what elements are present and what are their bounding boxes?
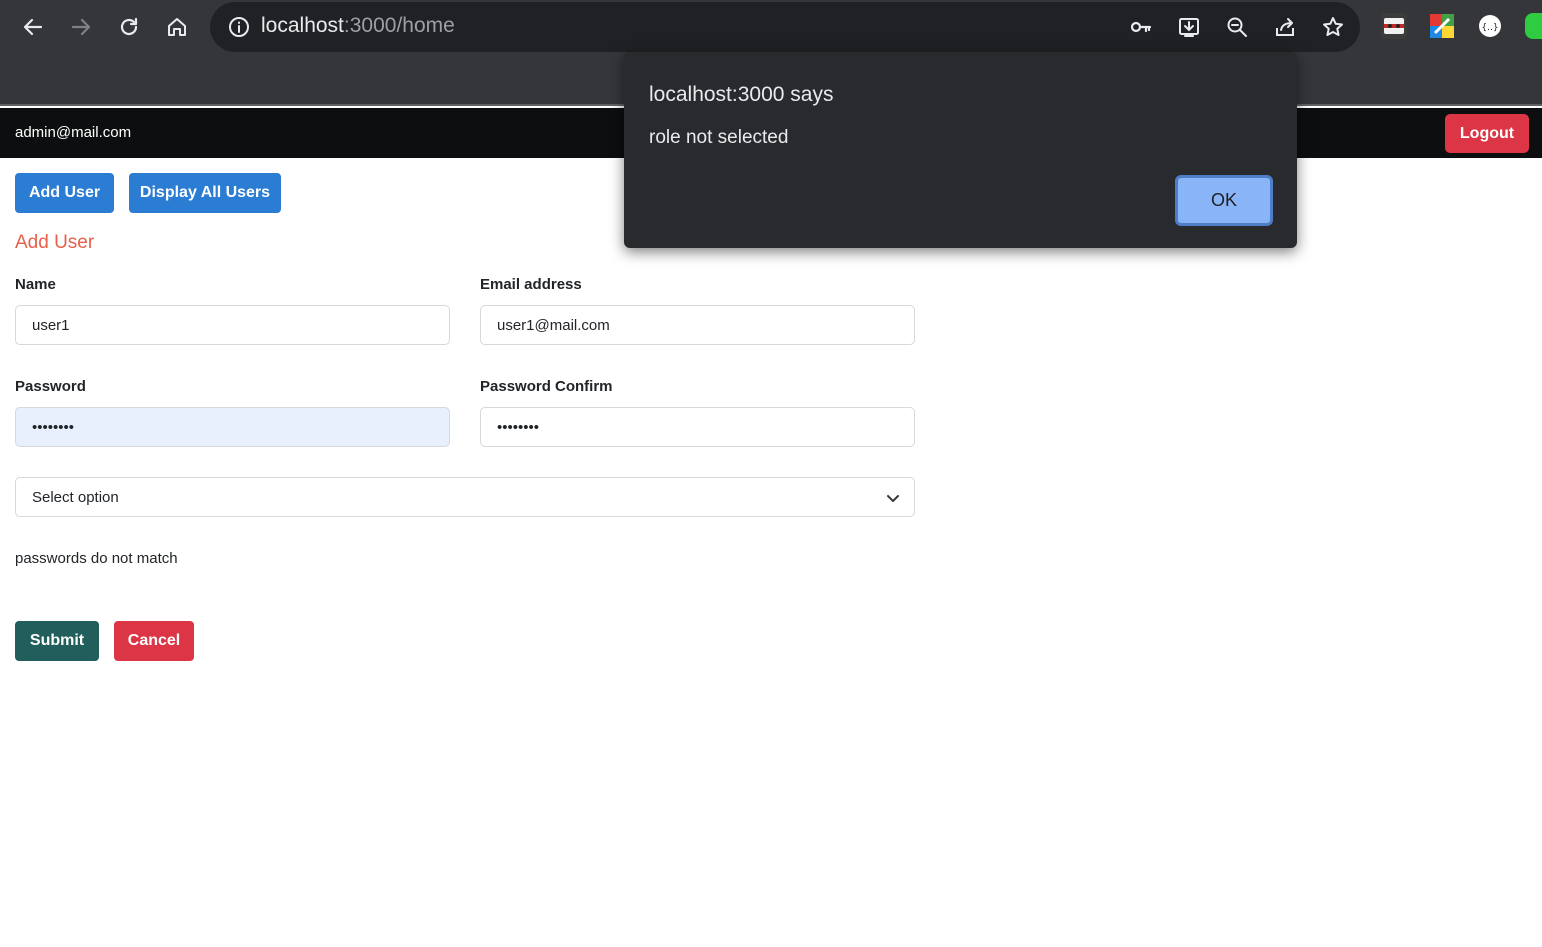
- info-icon[interactable]: [227, 15, 251, 39]
- forward-icon[interactable]: [65, 11, 97, 43]
- ok-button[interactable]: OK: [1175, 175, 1273, 226]
- key-icon[interactable]: [1128, 14, 1154, 40]
- form-title: Add User: [15, 232, 95, 253]
- browser-toolbar: localhost:3000/home {..}: [0, 0, 1542, 54]
- chevron-down-icon: [887, 495, 899, 502]
- user-email: admin@mail.com: [15, 124, 132, 141]
- error-message: passwords do not match: [15, 550, 178, 567]
- password-input[interactable]: ••••••••: [15, 407, 450, 447]
- password-label: Password: [15, 378, 86, 395]
- email-label: Email address: [480, 276, 582, 293]
- role-select-value: Select option: [32, 488, 119, 506]
- name-input[interactable]: user1: [15, 305, 450, 345]
- email-input[interactable]: user1@mail.com: [480, 305, 915, 345]
- password-confirm-label: Password Confirm: [480, 378, 613, 395]
- cancel-button[interactable]: Cancel: [114, 621, 194, 661]
- extension-green-icon[interactable]: [1525, 13, 1542, 39]
- back-icon[interactable]: [17, 11, 49, 43]
- submit-button[interactable]: Submit: [15, 621, 99, 661]
- extension-json-icon[interactable]: {..}: [1477, 13, 1503, 39]
- reload-icon[interactable]: [113, 11, 145, 43]
- name-label: Name: [15, 276, 56, 293]
- extension-incognito-icon[interactable]: [1381, 13, 1407, 39]
- add-user-button[interactable]: Add User: [15, 173, 114, 213]
- extension-colorful-icon[interactable]: [1429, 13, 1455, 39]
- role-select[interactable]: Select option: [15, 477, 915, 517]
- svg-text:{..}: {..}: [1481, 23, 1498, 33]
- dialog-title: localhost:3000 says: [649, 83, 834, 106]
- zoom-out-icon[interactable]: [1224, 14, 1250, 40]
- logout-button[interactable]: Logout: [1445, 114, 1529, 153]
- share-icon[interactable]: [1272, 14, 1298, 40]
- address-bar[interactable]: localhost:3000/home: [210, 2, 1360, 52]
- dialog-message: role not selected: [649, 127, 789, 148]
- home-icon[interactable]: [161, 11, 193, 43]
- alert-dialog: localhost:3000 says role not selected OK: [624, 52, 1297, 248]
- display-all-users-button[interactable]: Display All Users: [129, 173, 281, 213]
- install-icon[interactable]: [1176, 14, 1202, 40]
- url-text[interactable]: localhost:3000/home: [261, 14, 455, 38]
- password-confirm-input[interactable]: ••••••••: [480, 407, 915, 447]
- star-icon[interactable]: [1320, 14, 1346, 40]
